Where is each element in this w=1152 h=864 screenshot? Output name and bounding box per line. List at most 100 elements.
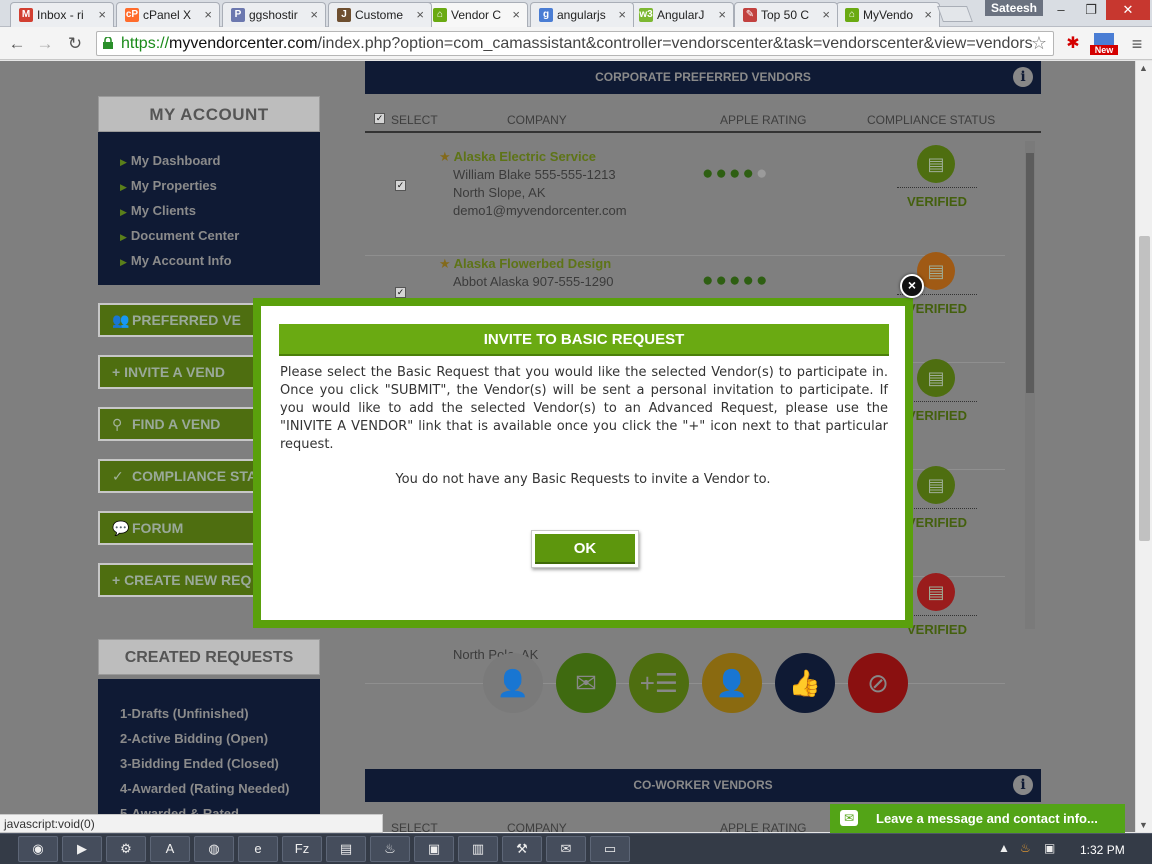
vendor-list-scrollbar[interactable]: [1025, 141, 1035, 629]
browser-tab[interactable]: w3 AngularJ ×: [630, 2, 734, 27]
browser-tab[interactable]: M Inbox - ri ×: [10, 2, 114, 27]
close-tab-icon[interactable]: ×: [718, 7, 726, 22]
minimize-icon[interactable]: –: [1046, 0, 1076, 20]
vendor-contact: Abbot Alaska 907-555-1290: [453, 274, 614, 289]
close-tab-icon[interactable]: ×: [416, 7, 424, 22]
close-dialog-icon[interactable]: ×: [900, 274, 924, 298]
compliance-document-icon[interactable]: ▤: [917, 466, 955, 504]
created-request-link[interactable]: 1-Drafts (Unfinished): [120, 701, 320, 726]
menu-hamburger-icon[interactable]: ≡: [1126, 33, 1148, 55]
sidebar-item-properties[interactable]: ▶ My Properties: [120, 173, 320, 198]
tray-expand-icon[interactable]: ▲: [998, 841, 1010, 855]
url-path: /index.php?option=com_camassistant&contr…: [317, 35, 1033, 52]
compliance-document-icon[interactable]: ▤: [917, 359, 955, 397]
browser-tab[interactable]: cP cPanel X ×: [116, 2, 220, 27]
browser-tab[interactable]: Pggshostir ×: [222, 2, 326, 27]
remote-desktop-taskbar-icon[interactable]: ▣: [414, 836, 454, 862]
browser-tab[interactable]: g angularjs ×: [530, 2, 634, 27]
xampp-taskbar-icon[interactable]: ♨: [370, 836, 410, 862]
page-scrollbar[interactable]: ▲ ▼: [1135, 61, 1152, 832]
sidebar-item-clients[interactable]: ▶ My Clients: [120, 198, 320, 223]
vendor-name[interactable]: ★ Alaska Flowerbed Design: [439, 256, 611, 272]
ok-button[interactable]: OK: [531, 530, 639, 568]
sidebar-item-dashboard[interactable]: ▶ My Dashboard: [120, 148, 320, 173]
sidebar-item-document-center[interactable]: ▶ Document Center: [120, 223, 320, 248]
window-taskbar-icon[interactable]: ▭: [590, 836, 630, 862]
remove-vendor-icon[interactable]: 👤: [483, 653, 543, 713]
close-tab-icon[interactable]: ×: [822, 7, 830, 22]
compliance-document-icon[interactable]: ▤: [917, 573, 955, 611]
vendor-email: demo1@myvendorcenter.com: [453, 203, 627, 218]
block-icon[interactable]: ⊘: [848, 653, 908, 713]
browser-toolbar: ← → ↻ https://myvendorcenter.com/index.p…: [0, 27, 1152, 60]
invite-basic-request-dialog: INVITE TO BASIC REQUEST Please select th…: [253, 298, 913, 628]
extension-new-icon[interactable]: New: [1090, 33, 1118, 55]
select-all-checkbox[interactable]: ✓: [374, 113, 385, 124]
scroll-down-arrow[interactable]: ▼: [1139, 820, 1148, 830]
info-icon[interactable]: i: [1013, 775, 1033, 795]
vendor-checkbox[interactable]: ✓: [395, 287, 406, 298]
acrobat-taskbar-icon[interactable]: A: [150, 836, 190, 862]
close-tab-icon[interactable]: ×: [618, 7, 626, 22]
extension-bug-icon[interactable]: ✱: [1062, 33, 1084, 55]
vendor-checkbox[interactable]: ✓: [395, 180, 406, 191]
created-request-link[interactable]: 4-Awarded (Rating Needed): [120, 776, 320, 801]
address-bar[interactable]: https://myvendorcenter.com/index.php?opt…: [96, 31, 1054, 56]
recommend-icon[interactable]: 👍: [775, 653, 835, 713]
browser-tab[interactable]: J Custome ×: [328, 2, 432, 27]
cpanel-icon: cP: [125, 8, 139, 22]
media-player-taskbar-icon[interactable]: ▶: [62, 836, 102, 862]
firefox-taskbar-icon[interactable]: ◍: [194, 836, 234, 862]
my-account-title: MY ACCOUNT: [98, 96, 320, 132]
add-to-list-icon[interactable]: +☰: [629, 653, 689, 713]
back-arrow-icon[interactable]: ←: [6, 33, 28, 55]
created-request-link[interactable]: 3-Bidding Ended (Closed): [120, 751, 320, 776]
browser-tab[interactable]: ✎ Top 50 C ×: [734, 2, 838, 27]
filezilla-taskbar-icon[interactable]: Fz: [282, 836, 322, 862]
browser-tab[interactable]: ⌂ Vendor C ×: [424, 2, 528, 28]
sidebar-item-account-info[interactable]: ▶ My Account Info: [120, 248, 320, 273]
profile-name[interactable]: Sateesh: [985, 0, 1043, 16]
close-tab-icon[interactable]: ×: [512, 7, 520, 22]
tab-label: Vendor C: [451, 8, 502, 22]
apple-rating: ●●●●●: [702, 163, 769, 185]
taskbar-clock: 1:32 PM: [1080, 843, 1125, 857]
star-icon: ★: [439, 149, 451, 164]
envelope-icon: ✉: [840, 810, 858, 826]
col-apple-rating: APPLE RATING: [720, 113, 807, 127]
chrome-taskbar-icon[interactable]: ◉: [18, 836, 58, 862]
vendor-profile-icon[interactable]: 👤: [702, 653, 762, 713]
close-tab-icon[interactable]: ×: [924, 7, 932, 22]
xampp-tray-icon[interactable]: ♨: [1020, 841, 1031, 855]
network-tray-icon[interactable]: ▣: [1044, 841, 1055, 855]
scrollbar-thumb[interactable]: [1139, 236, 1150, 541]
apple-rating-icon: ●: [702, 270, 716, 291]
network-tool-taskbar-icon[interactable]: ⚒: [502, 836, 542, 862]
close-window-icon[interactable]: ✕: [1106, 0, 1150, 20]
info-icon[interactable]: i: [1013, 67, 1033, 87]
close-tab-icon[interactable]: ×: [204, 7, 212, 22]
apple-rating-icon: ●: [755, 270, 770, 291]
thunderbird-taskbar-icon[interactable]: ✉: [546, 836, 586, 862]
chat-widget[interactable]: ✉ Leave a message and contact info...: [830, 804, 1125, 833]
arrow-right-icon: ▶: [120, 157, 127, 167]
apple-rating-icon: ●: [702, 163, 716, 184]
new-tab-button[interactable]: [937, 6, 973, 22]
email-vendor-icon[interactable]: ✉: [556, 653, 616, 713]
explorer-taskbar-icon[interactable]: ▤: [326, 836, 366, 862]
green-app-taskbar-icon[interactable]: e: [238, 836, 278, 862]
scroll-up-arrow[interactable]: ▲: [1139, 63, 1148, 73]
browser-tab[interactable]: ⌂ MyVendo ×: [836, 2, 940, 27]
vendor-name[interactable]: ★ Alaska Electric Service: [439, 149, 596, 165]
reload-icon[interactable]: ↻: [64, 33, 86, 55]
network-taskbar-icon[interactable]: ⚙: [106, 836, 146, 862]
close-tab-icon[interactable]: ×: [98, 7, 106, 22]
close-tab-icon[interactable]: ×: [310, 7, 318, 22]
restore-icon[interactable]: ❐: [1076, 0, 1106, 20]
forward-arrow-icon[interactable]: →: [34, 33, 56, 55]
vendor-house-icon: ⌂: [845, 8, 859, 22]
notepad-taskbar-icon[interactable]: ▥: [458, 836, 498, 862]
bookmark-star-icon[interactable]: ☆: [1031, 32, 1047, 55]
compliance-document-icon[interactable]: ▤: [917, 145, 955, 183]
created-request-link[interactable]: 2-Active Bidding (Open): [120, 726, 320, 751]
